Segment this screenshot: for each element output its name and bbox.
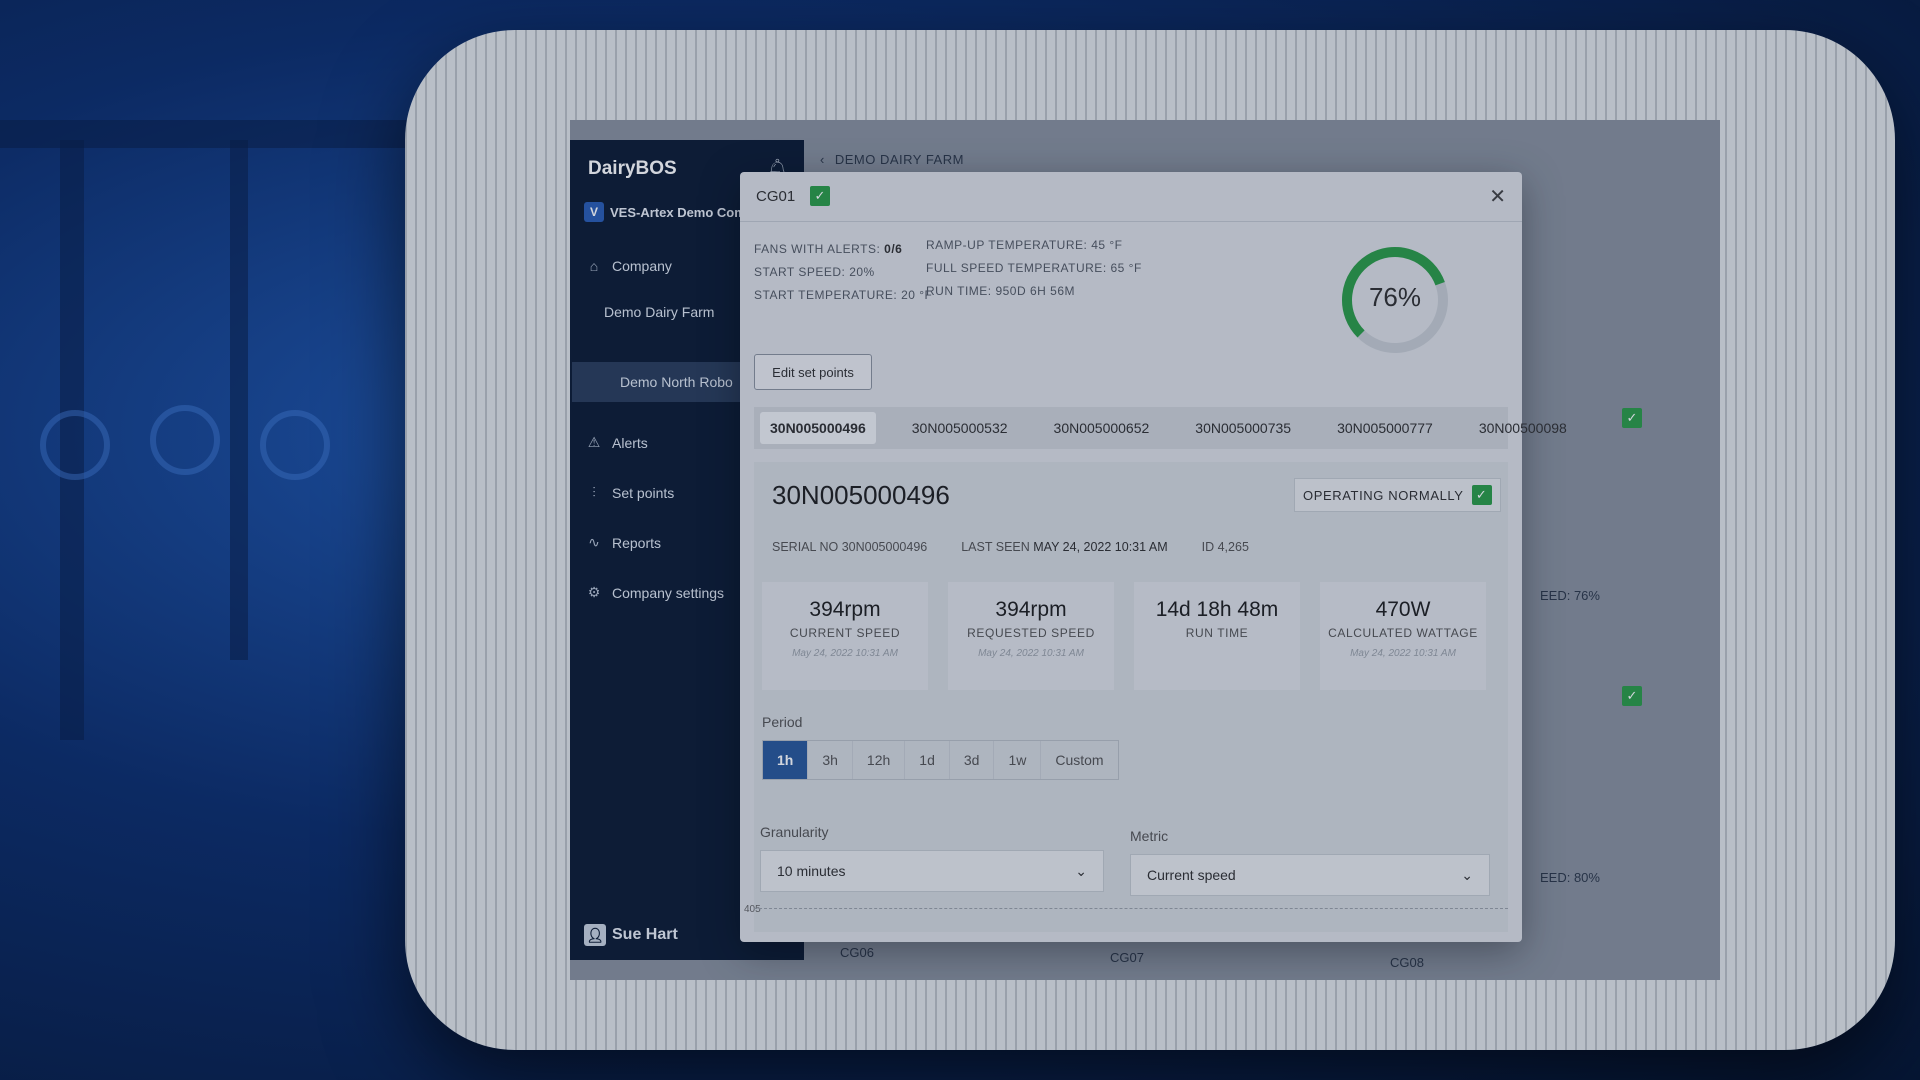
last-seen: MAY 24, 2022 10:31 AM	[1033, 540, 1168, 554]
sidebar-item-company[interactable]: ⌂ Company	[584, 258, 672, 274]
app-logo[interactable]: DairyBOS	[588, 158, 677, 180]
fans-with-alerts: FANS WITH ALERTS: 0/6	[754, 242, 903, 256]
tab-fan-6[interactable]: 30N00500098	[1469, 412, 1577, 444]
ramp-up-temperature: RAMP-UP TEMPERATURE: 45 °F	[926, 238, 1123, 252]
sidebar-item-reports[interactable]: ∿ Reports	[584, 534, 661, 551]
fan-group-modal: CG01 ✓ ✕ FANS WITH ALERTS: 0/6 START SPE…	[740, 172, 1567, 942]
breadcrumb-label: DEMO DAIRY FARM	[834, 152, 964, 167]
status-text: OPERATING NORMALLY	[1303, 487, 1464, 503]
app-screen: ‹ DEMO DAIRY FARM ✓ ✓ EED: 76% EED: 80% …	[570, 120, 1720, 980]
fan-id: 4,265	[1217, 540, 1249, 554]
period-1w[interactable]: 1w	[994, 741, 1042, 779]
tab-fan-2[interactable]: 30N005000532	[902, 412, 1018, 444]
chevron-down-icon: ⌄	[1075, 862, 1087, 879]
period-1h[interactable]: 1h	[763, 741, 809, 779]
user-name: Sue Hart	[612, 926, 678, 943]
metric-label: Metric	[1130, 828, 1169, 844]
status-check-icon: ✓	[810, 186, 830, 206]
fan-detail-panel: 30N005000496 OPERATING NORMALLY ✓ SERIAL…	[744, 462, 1508, 932]
run-time: RUN TIME: 950D 6H 56M	[926, 284, 1075, 298]
fan-tabs: 30N005000496 30N005000532 30N005000652 3…	[754, 407, 1567, 449]
period-selector: 1h 3h 12h 1d 3d 1w Custom	[762, 740, 1119, 780]
period-custom[interactable]: Custom	[1041, 741, 1117, 779]
status-badge: OPERATING NORMALLY ✓	[1294, 478, 1501, 512]
sliders-icon: ⫶	[592, 484, 596, 500]
chevron-down-icon: ⌄	[1461, 866, 1473, 883]
tab-fan-1[interactable]: 30N005000496	[760, 412, 876, 444]
period-12h[interactable]: 12h	[853, 741, 906, 779]
tab-fan-5[interactable]: 30N005000777	[1327, 412, 1443, 444]
user-avatar-icon: 👤︎	[584, 924, 606, 946]
sidebar-item-company-settings[interactable]: ⚙ Company settings	[584, 584, 724, 601]
period-1d[interactable]: 1d	[905, 741, 950, 779]
serial-number: 30N005000496	[841, 540, 928, 554]
sidebar-item-demo-dairy-farm[interactable]: Demo Dairy Farm	[604, 304, 714, 320]
sidebar-item-label: Alerts	[612, 434, 648, 451]
background-fan	[40, 410, 110, 480]
kpi-requested-speed: 394rpm REQUESTED SPEED May 24, 2022 10:3…	[948, 582, 1114, 690]
sidebar-item-label: Set points	[612, 484, 675, 501]
sidebar-item-alerts[interactable]: ⚠ Alerts	[584, 434, 648, 451]
sidebar-item-label: Company settings	[612, 584, 725, 601]
gauge-value: 76%	[1368, 282, 1422, 312]
home-icon: ⌂	[589, 258, 599, 274]
org-badge: V	[584, 202, 604, 222]
kpi-run-time: 14d 18h 48m RUN TIME	[1134, 582, 1300, 690]
card-title-cg06[interactable]: CG06	[840, 945, 874, 960]
tab-fan-4[interactable]: 30N005000735	[1185, 412, 1301, 444]
modal-header: CG01 ✓ ✕	[740, 172, 1522, 222]
alert-triangle-icon: ⚠	[587, 434, 601, 450]
group-stats-right: RAMP-UP TEMPERATURE: 45 °F FULL SPEED TE…	[926, 234, 1142, 303]
gear-icon: ⚙	[587, 584, 601, 600]
period-3d[interactable]: 3d	[950, 741, 995, 779]
modal-title: CG01	[756, 188, 796, 205]
start-speed: START SPEED: 20%	[754, 265, 875, 279]
kpi-calculated-wattage: 470W CALCULATED WATTAGE May 24, 2022 10:…	[1320, 582, 1486, 690]
fan-group-status-icon: ✓	[1622, 408, 1642, 428]
check-icon: ✓	[1471, 485, 1492, 505]
metric-select[interactable]: Current speed ⌄	[1130, 854, 1490, 896]
close-icon[interactable]: ✕	[1489, 184, 1506, 209]
start-temperature: START TEMPERATURE: 20 °F	[754, 288, 933, 302]
sidebar-item-demo-north-robo[interactable]: Demo North Robo	[620, 374, 733, 390]
sidebar-item-label: Company	[612, 258, 672, 274]
user-profile[interactable]: 👤︎ Sue Hart	[584, 924, 678, 946]
kpi-current-speed: 394rpm CURRENT SPEED May 24, 2022 10:31 …	[762, 582, 928, 690]
organization-switcher[interactable]: V VES-Artex Demo Com	[584, 202, 746, 222]
edit-set-points-button[interactable]: Edit set points	[754, 354, 872, 390]
full-speed-temperature: FULL SPEED TEMPERATURE: 65 °F	[926, 261, 1142, 275]
period-label: Period	[762, 714, 803, 730]
granularity-label: Granularity	[760, 824, 829, 840]
chevron-left-icon: ‹	[820, 152, 825, 167]
breadcrumb[interactable]: ‹ DEMO DAIRY FARM	[820, 152, 964, 167]
granularity-select[interactable]: 10 minutes ⌄	[760, 850, 1104, 892]
org-name: VES-Artex Demo Com	[610, 204, 746, 220]
card-speed-text: EED: 80%	[1540, 870, 1600, 885]
fan-title: 30N005000496	[772, 480, 950, 510]
granularity-value: 10 minutes	[777, 863, 846, 879]
card-speed-text: EED: 76%	[1540, 588, 1600, 603]
fan-group-status-icon: ✓	[1622, 686, 1642, 706]
background-fan	[150, 405, 220, 475]
period-3h[interactable]: 3h	[808, 741, 853, 779]
background-beam	[230, 140, 248, 660]
background-fan	[260, 410, 330, 480]
card-title-cg07[interactable]: CG07	[1110, 950, 1144, 965]
activity-icon: ∿	[588, 534, 600, 550]
sidebar-item-label: Reports	[612, 534, 662, 551]
sidebar-item-set-points[interactable]: ⫶ Set points	[584, 484, 674, 501]
tab-fan-3[interactable]: 30N005000652	[1044, 412, 1160, 444]
speed-chart	[754, 908, 1508, 932]
group-stats-left: FANS WITH ALERTS: 0/6 START SPEED: 20% S…	[754, 238, 932, 307]
card-title-cg08[interactable]: CG08	[1390, 955, 1424, 970]
fan-meta: SERIAL NO 30N005000496 LAST SEEN MAY 24,…	[772, 540, 1249, 554]
metric-value: Current speed	[1147, 867, 1236, 883]
